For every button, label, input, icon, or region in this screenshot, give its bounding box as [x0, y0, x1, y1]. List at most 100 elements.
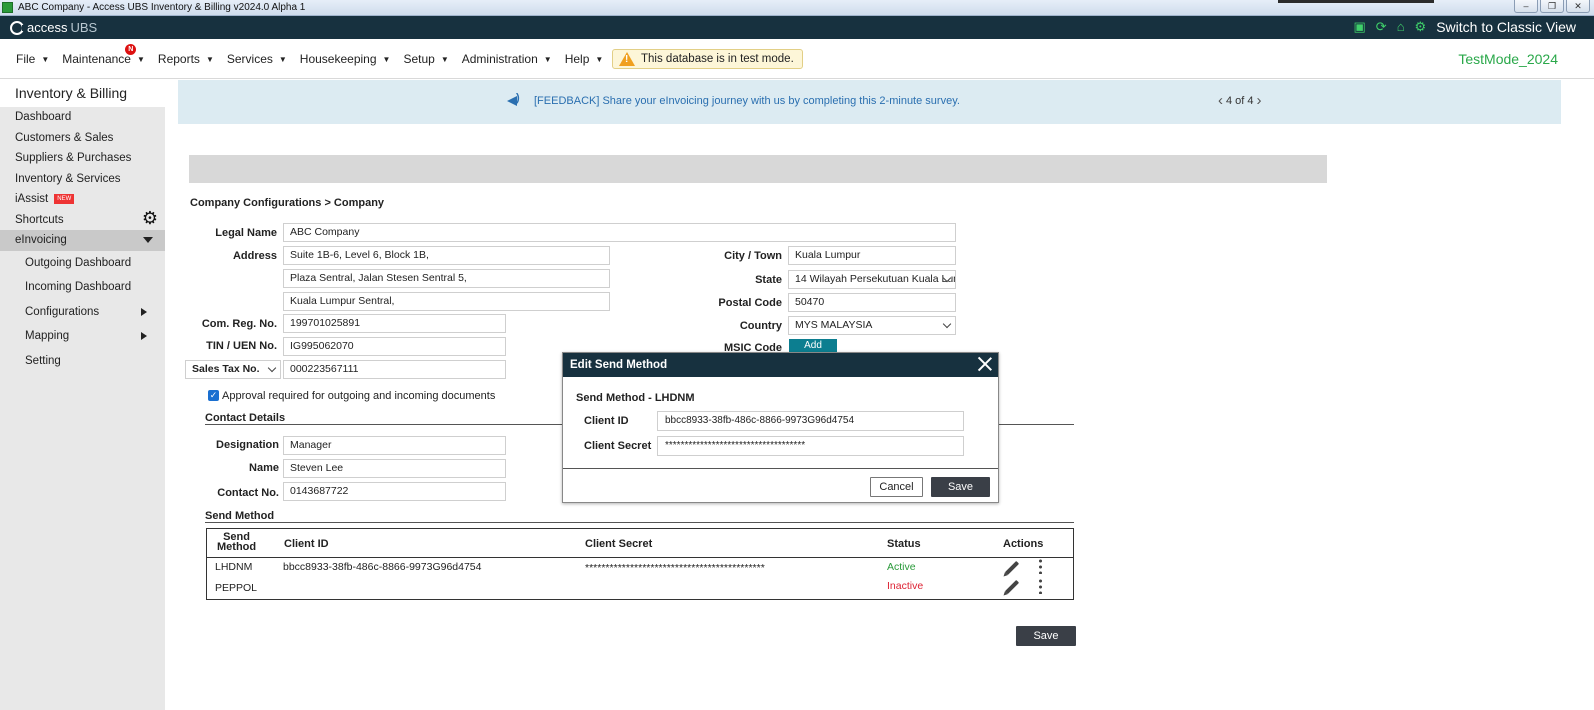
- test-mode-text: This database is in test mode.: [641, 53, 794, 65]
- menu-maintenance[interactable]: Maintenance ▼ N: [62, 44, 145, 66]
- gear-icon[interactable]: ⚙: [142, 208, 158, 228]
- address-line3-field[interactable]: Kuala Lumpur Sentral,: [283, 292, 610, 311]
- close-icon[interactable]: [975, 354, 995, 374]
- contact-details-title: Contact Details: [205, 412, 286, 424]
- warning-icon: !: [619, 52, 635, 66]
- row1-client-id: bbcc8933-38fb-486c-8866-9973G96d4754: [283, 561, 482, 573]
- menu-setup[interactable]: Setup ▼: [403, 52, 448, 66]
- sidebar-sub-mapping[interactable]: Mapping: [0, 324, 165, 349]
- sidebar-item-iassist[interactable]: iAssist NEW: [0, 189, 165, 210]
- msic-add-button[interactable]: Add: [789, 339, 837, 352]
- settings-gear-icon[interactable]: ⚙: [1415, 19, 1427, 35]
- switch-classic-view-link[interactable]: Switch to Classic View: [1436, 19, 1576, 35]
- row1-method: LHDNM: [215, 561, 253, 573]
- chevron-right-icon[interactable]: ›: [1257, 93, 1262, 108]
- chevron-down-icon: [143, 237, 153, 243]
- row1-client-secret: ****************************************…: [585, 562, 765, 574]
- accessubs-logo: access UBS: [10, 20, 97, 35]
- chevron-down-icon: ▼: [136, 54, 145, 64]
- chevron-down-icon: [942, 319, 952, 329]
- tin-label: TIN / UEN No.: [206, 340, 277, 352]
- col-send-method: Send Method: [217, 531, 257, 553]
- chevron-down-icon: ▼: [440, 54, 449, 64]
- more-options-icon[interactable]: [1039, 558, 1042, 574]
- sidebar-item-dashboard[interactable]: Dashboard: [0, 107, 165, 128]
- approval-checkbox[interactable]: ✓: [208, 390, 219, 401]
- menu-bar: File ▼ Maintenance ▼ N Reports ▼ Services ▼ H…: [0, 39, 1594, 79]
- banner-pager: ‹ 4 of 4 ›: [1218, 93, 1262, 108]
- more-options-icon[interactable]: [1039, 578, 1042, 594]
- home-icon[interactable]: ⌂: [1397, 19, 1405, 35]
- sidebar-item-inventory-services[interactable]: Inventory & Services: [0, 169, 165, 190]
- address-line2-field[interactable]: Plaza Sentral, Jalan Stesen Sentral 5,: [283, 269, 610, 288]
- sales-tax-field[interactable]: 000223567111: [283, 360, 506, 379]
- sidebar-sub-configurations[interactable]: Configurations: [0, 300, 165, 325]
- restore-button[interactable]: ❐: [1540, 0, 1564, 13]
- close-window-button[interactable]: ✕: [1566, 0, 1590, 13]
- sidebar-item-customers-sales[interactable]: Customers & Sales: [0, 128, 165, 149]
- name-label: Name: [249, 462, 279, 474]
- menu-housekeeping[interactable]: Housekeeping ▼: [300, 52, 391, 66]
- row2-method: PEPPOL: [215, 582, 258, 594]
- city-field[interactable]: Kuala Lumpur: [788, 246, 956, 265]
- chevron-down-icon: ▼: [205, 54, 214, 64]
- chevron-down-icon: ▼: [278, 54, 287, 64]
- address-label: Address: [232, 250, 277, 262]
- minimize-button[interactable]: –: [1514, 0, 1538, 13]
- sidebar-sub-incoming-dashboard[interactable]: Incoming Dashboard: [0, 275, 165, 300]
- state-select[interactable]: 14 Wilayah Persekutuan Kuala Lumpur: [788, 270, 956, 289]
- gray-header-bar: [189, 155, 1327, 183]
- edit-send-method-dialog: Edit Send Method Send Method - LHDNM Cli…: [562, 352, 999, 503]
- dialog-header: Edit Send Method: [563, 353, 998, 377]
- dialog-client-id-field[interactable]: bbcc8933-38fb-486c-8866-9973G96d4754: [657, 411, 964, 431]
- pager-text: 4 of 4: [1226, 95, 1254, 107]
- save-button[interactable]: Save: [1016, 626, 1076, 646]
- tin-field[interactable]: IG995062070: [283, 337, 506, 356]
- dialog-client-secret-label: Client Secret: [584, 440, 652, 452]
- sidebar-item-suppliers-purchases[interactable]: Suppliers & Purchases: [0, 148, 165, 169]
- edit-pencil-icon[interactable]: [1004, 579, 1020, 595]
- send-method-title: Send Method: [205, 510, 275, 522]
- table-header-divider: [207, 557, 1073, 558]
- chevron-left-icon[interactable]: ‹: [1218, 93, 1223, 108]
- country-select[interactable]: MYS MALAYSIA: [788, 316, 956, 335]
- sidebar-sub-outgoing-dashboard[interactable]: Outgoing Dashboard: [0, 251, 165, 276]
- chevron-right-icon: [141, 307, 147, 316]
- dialog-save-button[interactable]: Save: [931, 477, 990, 497]
- chevron-down-icon: [267, 363, 277, 373]
- chevron-down-icon: ▼: [543, 54, 552, 64]
- breadcrumb: Company Configurations > Company: [190, 197, 385, 209]
- postal-code-field[interactable]: 50470: [788, 293, 956, 312]
- legal-name-field[interactable]: ABC Company: [283, 223, 956, 242]
- dialog-cancel-button[interactable]: Cancel: [870, 477, 923, 497]
- legal-name-label: Legal Name: [215, 227, 277, 239]
- refresh-icon[interactable]: ⟳: [1376, 19, 1387, 35]
- save-disk-icon[interactable]: ▣: [1353, 19, 1365, 35]
- app-header: access UBS ▣ ⟳ ⌂ ⚙ Switch to Classic View: [0, 16, 1594, 39]
- col-actions: Actions: [1003, 538, 1044, 550]
- menu-help[interactable]: Help ▼: [565, 52, 604, 66]
- test-mode-notice: ! This database is in test mode.: [612, 49, 803, 69]
- edit-pencil-icon[interactable]: [1004, 560, 1020, 576]
- address-line1-field[interactable]: Suite 1B-6, Level 6, Block 1B,: [283, 246, 610, 265]
- window-title: ABC Company - Access UBS Inventory & Bil…: [18, 2, 306, 13]
- menu-reports[interactable]: Reports ▼: [158, 52, 214, 66]
- sales-tax-type-select[interactable]: Sales Tax No.: [185, 360, 281, 379]
- feedback-link[interactable]: [FEEDBACK] Share your eInvoicing journey…: [534, 95, 960, 107]
- sidebar-item-shortcuts[interactable]: Shortcuts ⚙: [0, 208, 165, 231]
- menu-administration[interactable]: Administration ▼: [462, 52, 552, 66]
- window-titlebar: ABC Company - Access UBS Inventory & Bil…: [0, 0, 1594, 16]
- col-client-secret: Client Secret: [585, 538, 653, 550]
- com-reg-field[interactable]: 199701025891: [283, 314, 506, 333]
- sidebar-item-einvoicing[interactable]: eInvoicing: [0, 230, 165, 251]
- dialog-client-secret-field[interactable]: ************************************: [657, 436, 964, 456]
- approval-checkbox-label: Approval required for outgoing and incom…: [222, 390, 496, 402]
- database-name: TestMode_2024: [1458, 51, 1558, 67]
- contact-no-field[interactable]: 0143687722: [283, 482, 506, 501]
- sidebar-sub-setting[interactable]: Setting: [0, 349, 165, 374]
- menu-file[interactable]: File ▼: [16, 52, 49, 66]
- dialog-subtitle: Send Method - LHDNM: [576, 392, 695, 404]
- name-field[interactable]: Steven Lee: [283, 459, 506, 478]
- menu-services[interactable]: Services ▼: [227, 52, 287, 66]
- designation-field[interactable]: Manager: [283, 436, 506, 455]
